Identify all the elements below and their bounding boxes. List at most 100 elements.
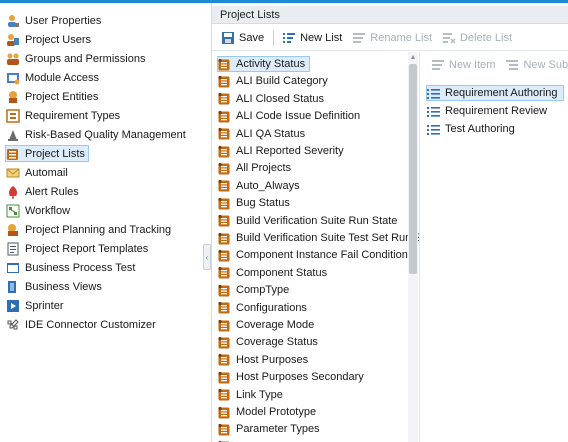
- nav-item-risk-based-quality-management[interactable]: Risk-Based Quality Management: [6, 126, 189, 143]
- nav-item-user-properties[interactable]: User Properties: [6, 12, 104, 29]
- ide-connector-icon: [6, 318, 20, 332]
- delete-list-icon: [442, 31, 456, 45]
- item-icon: [427, 105, 440, 118]
- list-item-label: Coverage Mode: [236, 319, 315, 331]
- save-icon: [221, 31, 235, 45]
- save-button[interactable]: Save: [218, 28, 267, 48]
- nav-item-business-views[interactable]: Business Views: [6, 278, 105, 295]
- nav-item-sprinter[interactable]: Sprinter: [6, 297, 67, 314]
- business-views-icon: [6, 280, 20, 294]
- list-item-label: Model Prototype: [236, 406, 317, 418]
- new-list-button[interactable]: New List: [279, 28, 345, 48]
- list-item-label: Build Verification Suite Run State: [236, 214, 398, 227]
- list-item[interactable]: Link Type: [218, 387, 287, 403]
- list-item[interactable]: CompType: [218, 282, 293, 298]
- scroll-thumb[interactable]: [409, 64, 417, 274]
- list-item[interactable]: ALI Build Category: [218, 73, 332, 89]
- item-icon: [427, 87, 440, 100]
- nav-item-project-users[interactable]: Project Users: [6, 31, 94, 48]
- list-item-label: Bug Status: [236, 197, 290, 210]
- planning-icon: [6, 223, 20, 237]
- list-item[interactable]: Activity Status: [217, 56, 311, 72]
- list-icon: [218, 249, 231, 262]
- list-item[interactable]: ALI Reported Severity: [218, 143, 348, 159]
- project-users-icon: [6, 33, 20, 47]
- list-item[interactable]: Auto_Always: [218, 178, 304, 194]
- list-value-label: Requirement Authoring: [445, 87, 558, 99]
- list-item[interactable]: ALI Code Issue Definition: [218, 108, 364, 124]
- nav-item-project-entities[interactable]: Project Entities: [6, 88, 101, 105]
- admin-nav: User Properties Project Users Groups and…: [0, 3, 207, 442]
- list-item-label: Coverage Status: [236, 336, 318, 349]
- nav-item-module-access[interactable]: Module Access: [6, 69, 102, 86]
- list-icon: [218, 127, 231, 140]
- delete-list-button[interactable]: Delete List: [439, 28, 515, 48]
- list-icon: [218, 75, 231, 88]
- project-entities-icon: [6, 90, 20, 104]
- list-item[interactable]: Coverage Status: [218, 334, 322, 350]
- list-icon: [218, 266, 231, 279]
- new-list-icon: [282, 31, 296, 45]
- list-item[interactable]: Model Prototype: [218, 404, 320, 420]
- nav-item-requirement-types[interactable]: Requirement Types: [6, 107, 123, 124]
- list-item[interactable]: Component Instance Fail Condition: [218, 247, 412, 263]
- list-value-item[interactable]: Requirement Authoring: [426, 85, 564, 101]
- list-value-item[interactable]: Requirement Review: [427, 103, 552, 119]
- business-process-icon: [6, 261, 20, 275]
- list-item-label: ALI Reported Severity: [236, 145, 344, 157]
- list-item[interactable]: Build Verification Suite Run State: [218, 213, 401, 229]
- nav-item-alert-rules[interactable]: Alert Rules: [6, 183, 82, 200]
- list-item-label: Parameter Types: [236, 423, 320, 436]
- toolbar-divider: [273, 29, 275, 46]
- list-value-item[interactable]: Test Authoring: [427, 121, 520, 137]
- lists-tree: Activity Status ALI Build Category ALI Clo…: [212, 52, 419, 442]
- list-value-label: Requirement Review: [445, 105, 548, 117]
- list-item[interactable]: Coverage Mode: [218, 317, 318, 333]
- list-icon: [218, 58, 231, 71]
- list-item[interactable]: Bug Status: [218, 195, 294, 211]
- list-item[interactable]: ALI QA Status: [218, 126, 309, 142]
- list-item-label: Link Type: [236, 388, 283, 401]
- list-item[interactable]: Component Status: [218, 265, 331, 281]
- list-icon: [218, 232, 231, 245]
- list-item[interactable]: Parameter Types: [218, 421, 324, 437]
- list-icon: [218, 388, 231, 401]
- list-icon: [218, 110, 231, 123]
- nav-item-automail[interactable]: Automail: [6, 164, 71, 181]
- nav-item-ide-connector-customizer[interactable]: IDE Connector Customizer: [6, 316, 159, 333]
- splitter[interactable]: [204, 3, 211, 442]
- list-item-label: CompType: [236, 284, 290, 297]
- list-item[interactable]: Build Verification Suite Test Set Run St…: [218, 230, 419, 246]
- collapse-handle[interactable]: ‹: [203, 244, 211, 270]
- risk-icon: [6, 128, 20, 142]
- list-item[interactable]: ALI Closed Status: [218, 91, 328, 107]
- new-item-button[interactable]: New Item: [428, 55, 498, 75]
- list-item-label: All Projects: [236, 162, 292, 175]
- list-item-label: Host Purposes: [236, 353, 309, 366]
- list-item-label: Auto_Always: [236, 179, 300, 192]
- list-item[interactable]: Host Purposes Secondary: [218, 369, 368, 385]
- nav-item-project-lists[interactable]: Project Lists: [5, 145, 89, 162]
- requirement-types-icon: [6, 108, 20, 123]
- chevron-left-icon: ‹: [205, 252, 209, 262]
- nav-item-groups-and-permissions[interactable]: Groups and Permissions: [6, 50, 148, 67]
- nav-item-workflow[interactable]: Workflow: [6, 202, 73, 219]
- lists-scrollbar[interactable]: ▲: [408, 52, 418, 442]
- page-title: Project Lists: [212, 6, 568, 24]
- project-lists-icon: [6, 147, 20, 161]
- item-icon: [427, 123, 440, 136]
- list-icon: [218, 92, 231, 105]
- nav-item-project-report-templates[interactable]: Project Report Templates: [6, 240, 151, 257]
- list-icon: [218, 145, 231, 158]
- list-item[interactable]: Host Purposes: [218, 352, 312, 368]
- list-item-label: ALI Code Issue Definition: [236, 110, 361, 123]
- list-item[interactable]: Configurations: [218, 300, 311, 316]
- list-item-label: Component Instance Fail Condition: [236, 249, 408, 262]
- nav-item-project-planning-and-tracking[interactable]: Project Planning and Tracking: [6, 221, 174, 238]
- new-sub-item-button[interactable]: New Sub-Item: [502, 55, 568, 75]
- rename-list-button[interactable]: Rename List: [349, 28, 435, 48]
- list-item[interactable]: All Projects: [218, 160, 295, 176]
- module-access-icon: [6, 71, 20, 85]
- scroll-up-icon[interactable]: ▲: [408, 54, 418, 62]
- nav-item-business-process-test[interactable]: Business Process Test: [6, 259, 138, 276]
